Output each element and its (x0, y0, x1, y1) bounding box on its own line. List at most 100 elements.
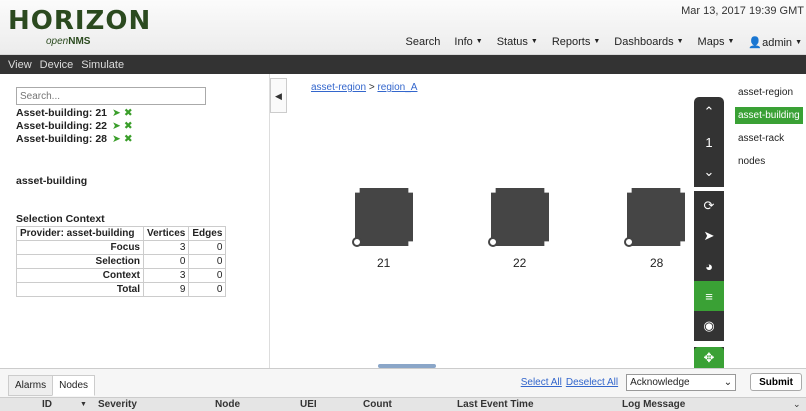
graph-vertex-28[interactable] (624, 188, 685, 247)
row-label: Context (16, 268, 144, 283)
submit-button[interactable]: Submit (750, 373, 802, 391)
table-header-row: Provider: asset-building Vertices Edges (16, 226, 227, 241)
column-options-icon[interactable]: ⌄ (793, 399, 801, 410)
center-on-icon[interactable]: ➤ (112, 133, 121, 145)
nav-status[interactable]: Status ▼ (497, 36, 538, 49)
remove-focus-icon[interactable]: ✖ (124, 120, 133, 132)
layer-item-nodes[interactable]: nodes (735, 153, 803, 170)
nav-search[interactable]: Search (406, 36, 441, 49)
chevron-up-icon[interactable]: ⌃ (694, 97, 724, 127)
refresh-icon[interactable]: ⟳ (694, 191, 724, 221)
semantic-zoom-level: 1 (705, 134, 713, 150)
top-header: HORIZON openNMS Mar 13, 2017 19:39 GMT S… (0, 0, 806, 55)
column-header-last-event-time[interactable]: Last Event Time (457, 399, 534, 410)
nav-maps[interactable]: Maps ▼ (698, 36, 735, 49)
nav-reports[interactable]: Reports ▼ (552, 36, 600, 49)
status-dot (488, 237, 498, 247)
logo-sub-bold: NMS (68, 36, 91, 47)
center-on-icon[interactable]: ➤ (112, 107, 121, 119)
graph-vertex-22[interactable] (488, 188, 549, 247)
caret-down-icon: ▼ (475, 38, 483, 45)
vertex-label: 21 (377, 256, 391, 270)
action-select-value: Acknowledge (630, 376, 690, 388)
layer-item-asset-region[interactable]: asset-region (735, 84, 803, 101)
row-label: Total (16, 282, 144, 297)
graph-vertex-21[interactable] (352, 188, 413, 247)
building-vertex-icon (491, 188, 549, 246)
breadcrumb-region-a[interactable]: region_A (377, 82, 417, 93)
menu-icon[interactable]: ≡ (694, 281, 724, 311)
column-header-id[interactable]: ID (42, 399, 52, 410)
table-row: Selection 0 0 (16, 254, 227, 269)
vertices-cell: 3 (142, 240, 190, 255)
edges-cell: 0 (188, 282, 227, 297)
tab-alarms[interactable]: Alarms (8, 375, 54, 396)
nav-user-admin[interactable]: 👤admin ▼ (748, 36, 802, 49)
breadcrumb-asset-region[interactable]: asset-region (311, 82, 366, 93)
topology-toolbar: ⌃ 1 ⌄ ⟳ ➤ ◕ ≡ ◉ ✥ (694, 97, 724, 369)
menu-simulate[interactable]: Simulate (81, 59, 124, 71)
chevron-down-icon[interactable]: ⌄ (694, 157, 724, 187)
top-navigation: Search Info ▼ Status ▼ Reports ▼ Dashboards… (406, 36, 802, 49)
edges-cell: 0 (188, 268, 227, 283)
sort-desc-icon[interactable]: ▼ (80, 401, 87, 408)
layer-item-asset-building[interactable]: asset-building (735, 107, 803, 124)
globe-icon[interactable]: ◕ (694, 251, 724, 281)
server-timestamp: Mar 13, 2017 19:39 GMT (681, 5, 804, 17)
column-header: Provider: asset-building (16, 226, 144, 241)
select-all-link[interactable]: Select All (521, 377, 562, 388)
building-label: Asset-building: 28 (16, 133, 108, 145)
table-row: Focus 3 0 (16, 240, 227, 255)
menu-view[interactable]: View (8, 59, 32, 71)
selection-context-table: Provider: asset-building Vertices Edges … (16, 226, 227, 297)
caret-down-icon: ▼ (593, 38, 601, 45)
collapse-panel-button[interactable]: ◀ (270, 78, 287, 113)
layer-list: asset-region asset-building asset-rack n… (735, 84, 803, 176)
column-header: Edges (188, 226, 227, 241)
action-select[interactable]: Acknowledge ⌄ (626, 373, 737, 391)
layer-item-asset-rack[interactable]: asset-rack (735, 130, 803, 147)
chevron-left-icon: ◀ (275, 91, 282, 101)
building-label: Asset-building: 21 (16, 107, 108, 119)
building-vertex-icon (355, 188, 413, 246)
center-on-icon[interactable]: ➤ (112, 120, 121, 132)
menu-device[interactable]: Device (40, 59, 74, 71)
tab-nodes[interactable]: Nodes (52, 375, 96, 396)
column-header-node[interactable]: Node (215, 399, 240, 410)
vertices-cell: 0 (142, 254, 190, 269)
vertex-label: 22 (513, 256, 527, 270)
edges-cell: 0 (188, 254, 227, 269)
column-header-uei[interactable]: UEI (300, 399, 317, 410)
logo-wordmark: HORIZON (8, 6, 152, 36)
chevron-down-icon: ⌄ (723, 376, 733, 388)
vertex-label: 28 (650, 256, 664, 270)
column-header-severity[interactable]: Severity (98, 399, 137, 410)
eye-icon[interactable]: ◉ (694, 311, 724, 341)
nav-admin-label: admin (762, 37, 793, 49)
column-header-count[interactable]: Count (363, 399, 392, 410)
horizon-opennms-logo[interactable]: HORIZON openNMS (8, 6, 152, 47)
deselect-all-link[interactable]: Deselect All (566, 377, 618, 388)
location-arrow-icon[interactable]: ➤ (694, 221, 724, 251)
nav-info-label: Info (454, 36, 473, 48)
breadcrumb: asset-region > region_A (311, 82, 417, 93)
caret-down-icon: ▼ (676, 38, 684, 45)
column-header-log-message[interactable]: Log Message (622, 399, 685, 410)
nav-status-label: Status (496, 36, 528, 48)
remove-focus-icon[interactable]: ✖ (124, 107, 133, 119)
table-row: Context 3 0 (16, 268, 227, 283)
search-input[interactable] (16, 87, 206, 105)
bottom-tabs: Alarms Nodes (8, 375, 96, 396)
move-icon[interactable]: ✥ (694, 347, 724, 369)
remove-focus-icon[interactable]: ✖ (124, 133, 133, 145)
row-label: Selection (16, 254, 144, 269)
nav-info[interactable]: Info ▼ (454, 36, 482, 49)
nav-reports-label: Reports (551, 36, 591, 48)
building-focus-item: Asset-building: 22 ➤ ✖ (16, 120, 133, 132)
selected-layer-title: asset-building (16, 175, 88, 187)
bottom-panel: Alarms Nodes Select All Deselect All Ack… (0, 368, 806, 411)
column-header: Vertices (142, 226, 190, 241)
caret-down-icon: ▼ (795, 39, 802, 46)
logo-sub-italic: open (46, 36, 69, 47)
nav-dashboards[interactable]: Dashboards ▼ (614, 36, 683, 49)
